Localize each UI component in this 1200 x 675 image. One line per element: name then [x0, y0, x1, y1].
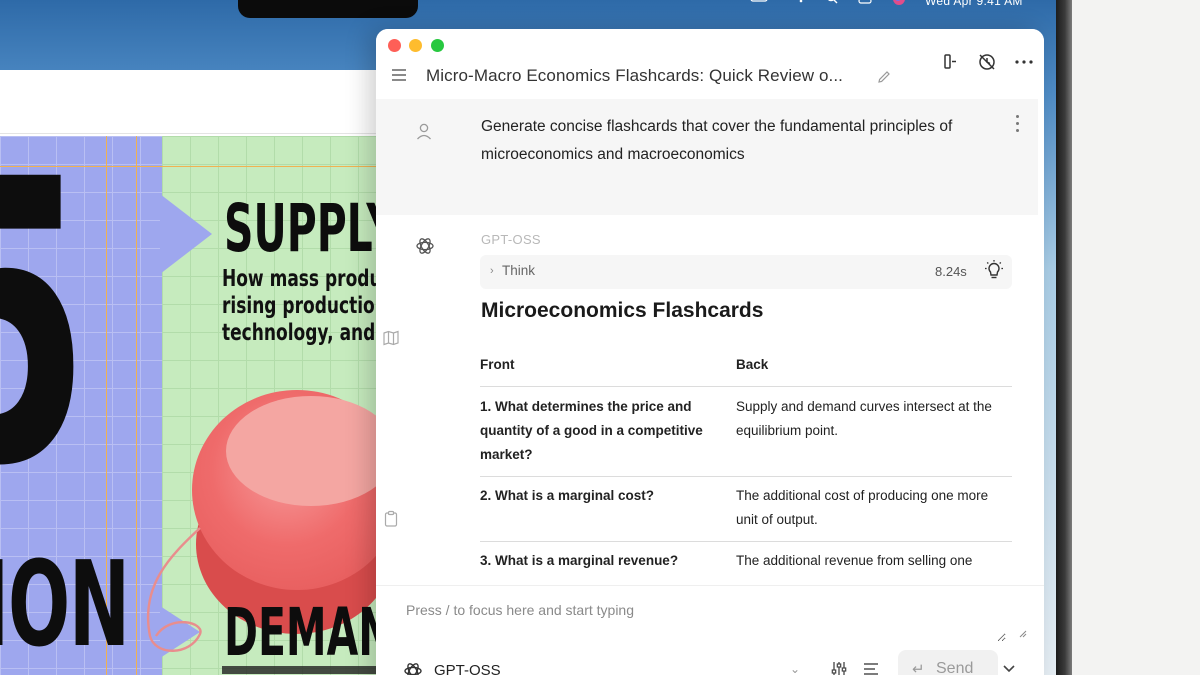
- table-header-front: Front: [480, 357, 515, 372]
- table-divider: [480, 386, 1012, 387]
- no-history-icon[interactable]: [976, 51, 998, 73]
- chevron-right-icon: ›: [490, 265, 494, 277]
- flashcard-back: The additional cost of producing one mor…: [736, 488, 989, 527]
- response-heading: Microeconomics Flashcards: [481, 299, 764, 322]
- zoom-window-button[interactable]: [431, 39, 444, 52]
- clipboard-icon[interactable]: [382, 510, 400, 528]
- flashcard-front: 3. What is a marginal revenue?: [480, 553, 679, 568]
- message-options-icon[interactable]: [1014, 115, 1020, 135]
- menubar-clock[interactable]: Wed Apr 9:41 AM: [925, 0, 1023, 8]
- send-button-label: Send: [936, 660, 974, 675]
- model-logo-icon: [416, 238, 434, 254]
- table-header-back: Back: [736, 357, 769, 372]
- response-model-name: GPT-OSS: [481, 232, 541, 247]
- close-window-button[interactable]: [388, 39, 401, 52]
- poster-demand-subtitle: [222, 666, 382, 674]
- model-selector[interactable]: GPT-OSS ⌄: [402, 658, 812, 675]
- message-composer: GPT-OSS ⌄ ↵ Send: [376, 585, 1044, 675]
- think-label: Think: [502, 263, 536, 278]
- flashcard-front: 1. What determines the price and quantit…: [480, 399, 703, 462]
- flashcard-front: 2. What is a marginal cost?: [480, 488, 655, 503]
- siri-icon[interactable]: [892, 0, 906, 6]
- system-menubar: Wed Apr 9:41 AM: [700, 0, 1060, 10]
- more-options-icon[interactable]: [1013, 51, 1035, 73]
- map-icon[interactable]: [382, 329, 400, 347]
- return-arrow-icon: ↵: [912, 661, 925, 675]
- poster-demand-title: DEMAND: [224, 594, 390, 671]
- sliders-icon[interactable]: [830, 660, 848, 675]
- send-button[interactable]: ↵ Send: [898, 650, 998, 675]
- battery-icon[interactable]: [750, 0, 770, 3]
- minimize-window-button[interactable]: [409, 39, 422, 52]
- economics-poster[interactable]: 5 ION SUPPLY How mass produc rising prod…: [0, 136, 390, 675]
- background-design-window: 5 ION SUPPLY How mass produc rising prod…: [0, 70, 390, 675]
- chat-app-window: Micro-Macro Economics Flashcards: Quick …: [376, 29, 1044, 675]
- flashcard-back: The additional revenue from selling one: [736, 553, 973, 568]
- table-divider: [480, 541, 1012, 542]
- chevron-down-icon[interactable]: [1002, 664, 1016, 674]
- menu-icon[interactable]: [392, 69, 408, 81]
- message-input[interactable]: [406, 602, 1006, 642]
- think-toggle[interactable]: › Think 8.24s: [480, 255, 1012, 289]
- spotlight-search-icon[interactable]: [826, 0, 838, 4]
- user-avatar-icon: [417, 123, 431, 140]
- control-center-icon[interactable]: [858, 0, 872, 4]
- text-format-icon[interactable]: [862, 660, 880, 675]
- table-divider: [480, 476, 1012, 477]
- flashcard-back: Supply and demand curves intersect at th…: [736, 399, 992, 438]
- resize-handle-icon[interactable]: [1019, 630, 1027, 638]
- model-logo-icon: [404, 663, 422, 675]
- user-message-text: Generate concise flashcards that cover t…: [481, 118, 953, 163]
- chevron-down-icon: ⌄: [790, 662, 801, 675]
- sidebar-toggle-icon[interactable]: [940, 51, 962, 73]
- chat-title: Micro-Macro Economics Flashcards: Quick …: [426, 66, 843, 85]
- background-window-toolbar: [0, 70, 390, 134]
- wifi-icon[interactable]: [794, 0, 808, 4]
- window-titlebar: Micro-Macro Economics Flashcards: Quick …: [376, 29, 1044, 99]
- think-duration: 8.24s: [935, 264, 967, 279]
- model-selector-label: GPT-OSS: [434, 662, 501, 675]
- edit-title-icon[interactable]: [876, 69, 892, 85]
- camera-notch: [238, 0, 418, 18]
- device-bezel: [1072, 0, 1200, 675]
- lightbulb-icon: [985, 260, 1003, 279]
